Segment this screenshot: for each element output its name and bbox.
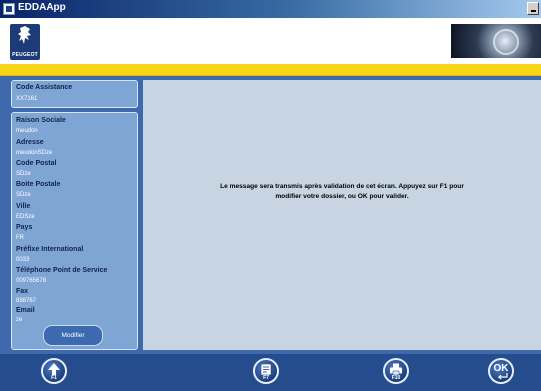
code-assistance-label: Code Assistance xyxy=(16,84,73,91)
f10-print-button[interactable]: F10 xyxy=(383,358,409,384)
message-line-1: Le message sera transmis après validatio… xyxy=(220,183,464,190)
lion-icon xyxy=(18,26,31,44)
field-value-telephone: 009765678 xyxy=(16,278,47,284)
field-value-fax: 898767 xyxy=(16,298,37,304)
minimize-button[interactable] xyxy=(527,2,539,15)
header-banner-image xyxy=(451,24,541,58)
footer-toolbar: F1 F7 F10 OK xyxy=(0,354,541,391)
window-titlebar: EDDAApp xyxy=(0,0,541,18)
field-value-boite-postale: SDze xyxy=(16,192,31,198)
field-label-adresse: Adresse xyxy=(16,139,44,146)
peugeot-logo: PEUGEOT xyxy=(10,24,40,60)
field-value-raison-sociale: meudon xyxy=(16,128,38,134)
field-label-telephone: Téléphone Point de Service xyxy=(16,267,108,274)
f10-key-label: F10 xyxy=(391,375,401,381)
app-icon xyxy=(3,3,15,15)
field-label-prefixe-international: Préfixe International xyxy=(16,246,84,253)
f7-key-label: F7 xyxy=(263,375,269,381)
app-header: PEUGEOT xyxy=(0,18,541,64)
enter-arrow-icon xyxy=(497,373,508,380)
banner-ring-graphic xyxy=(493,29,519,55)
service-point-info-panel: Raison Sociale meudon Adresse meudonSDze… xyxy=(11,112,138,350)
window-title: EDDAApp xyxy=(18,2,66,13)
code-assistance-value: XX7161 xyxy=(16,96,38,102)
code-assistance-panel: Code Assistance XX7161 xyxy=(11,80,138,108)
message-area: Le message sera transmis après validatio… xyxy=(143,80,541,350)
yellow-accent-band xyxy=(0,64,541,76)
f1-back-button[interactable]: F1 xyxy=(41,358,67,384)
field-label-fax: Fax xyxy=(16,288,29,295)
brand-name: PEUGEOT xyxy=(12,52,38,58)
message-line-2: modifier votre dossier, ou OK pour valid… xyxy=(275,193,409,200)
field-label-code-postal: Code Postal xyxy=(16,160,57,167)
field-label-ville: Ville xyxy=(16,203,31,210)
modify-button[interactable]: Modifier xyxy=(43,325,103,346)
field-label-email: Email xyxy=(16,307,35,314)
field-value-code-postal: SDze xyxy=(16,171,31,177)
f7-document-button[interactable]: F7 xyxy=(253,358,279,384)
field-value-prefixe-international: 0033 xyxy=(16,257,30,263)
field-value-pays: FR xyxy=(16,235,24,241)
field-label-raison-sociale: Raison Sociale xyxy=(16,117,66,124)
validation-message: Le message sera transmis après validatio… xyxy=(143,182,541,202)
field-label-pays: Pays xyxy=(16,224,33,231)
field-value-email: ze xyxy=(16,317,23,323)
ok-validate-button[interactable]: OK xyxy=(488,358,514,384)
field-value-adresse: meudonSDze xyxy=(16,150,53,156)
field-label-boite-postale: Boite Postale xyxy=(16,181,61,188)
field-value-ville: EDSze xyxy=(16,214,35,220)
f1-key-label: F1 xyxy=(51,375,57,381)
